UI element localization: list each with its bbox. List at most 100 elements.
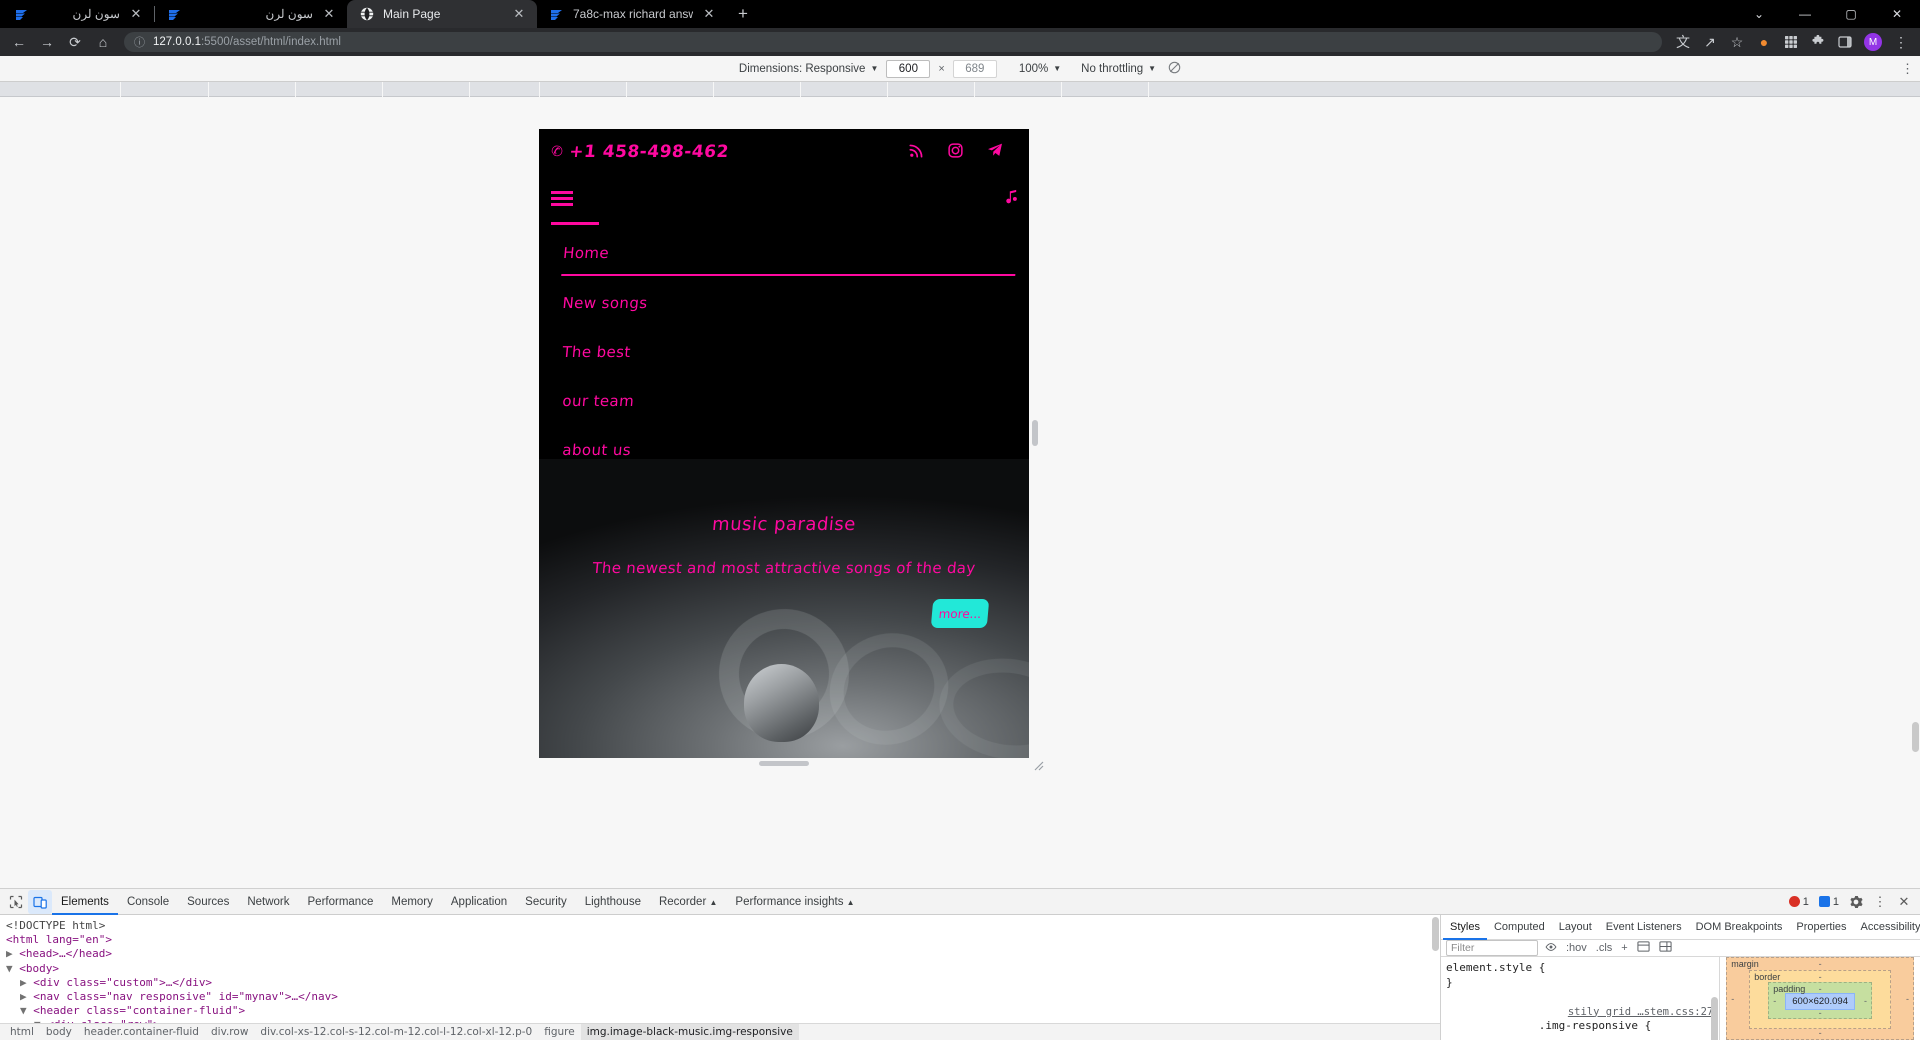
dom-line[interactable]: ▶ <head>…</head>	[6, 947, 1440, 961]
breadcrumb-item[interactable]: html	[4, 1024, 40, 1040]
dom-line[interactable]: <!DOCTYPE html>	[6, 919, 1440, 933]
telegram-icon[interactable]	[987, 142, 1003, 161]
device-toolbar-icon[interactable]	[28, 889, 52, 914]
devtools-tab-lighthouse[interactable]: Lighthouse	[576, 889, 650, 915]
eye-icon[interactable]	[1543, 941, 1559, 956]
devtools-tab-elements[interactable]: Elements	[52, 889, 118, 915]
styles-scrollbar[interactable]	[1711, 997, 1719, 1040]
devtools-tab-performance-insights[interactable]: Performance insights ▲	[726, 889, 863, 915]
breadcrumb-item-selected[interactable]: img.image-black-music.img-responsive	[580, 1023, 799, 1040]
browser-tab-4[interactable]: 7a8c-max richard answer.PNG (8 ✕	[537, 0, 727, 28]
message-count-badge[interactable]: 1	[1814, 896, 1844, 908]
styles-filter-input[interactable]: Filter	[1446, 940, 1538, 956]
tab-close-icon[interactable]: ✕	[128, 6, 144, 22]
rotate-icon[interactable]	[1168, 61, 1181, 77]
breadcrumb-item[interactable]: div.row	[205, 1024, 254, 1040]
collapse-arrow-icon[interactable]: ▼	[6, 962, 13, 975]
cls-toggle[interactable]: .cls	[1594, 942, 1615, 954]
hamburger-menu-icon[interactable]	[551, 188, 573, 209]
maximize-icon[interactable]: ▢	[1828, 0, 1874, 28]
dom-line[interactable]: ▶ <div class="custom">…</div>	[6, 976, 1440, 990]
menu-item-home[interactable]: Home	[561, 235, 1019, 276]
apps-grid-icon[interactable]	[1778, 29, 1804, 55]
hero-more-button[interactable]: more...	[930, 599, 990, 628]
device-viewport[interactable]: ✆ +1 458-498-462 Home New songs The best…	[539, 129, 1029, 758]
collapse-arrow-icon[interactable]: ▼	[20, 1004, 27, 1017]
styles-tab-dom-breakpoints[interactable]: DOM Breakpoints	[1689, 915, 1790, 940]
styles-tab-accessibility[interactable]: Accessibility	[1854, 915, 1920, 940]
address-bar[interactable]: ⓘ 127.0.0.1:5500/asset/html/index.html	[124, 32, 1662, 52]
translate-icon[interactable]: 文	[1670, 29, 1696, 55]
devtools-tab-sources[interactable]: Sources	[178, 889, 238, 915]
phone-number[interactable]: ✆ +1 458-498-462	[549, 142, 729, 162]
throttling-select[interactable]: No throttling ▼	[1081, 63, 1156, 75]
styles-tab-layout[interactable]: Layout	[1552, 915, 1599, 940]
reload-icon[interactable]: ⟳	[62, 29, 88, 55]
viewport-resize-corner[interactable]	[1032, 759, 1044, 771]
dimensions-select[interactable]: Dimensions: Responsive ▼	[739, 63, 878, 75]
devtools-tab-memory[interactable]: Memory	[382, 889, 442, 915]
extensions-puzzle-icon[interactable]	[1805, 29, 1831, 55]
dom-line[interactable]: <html lang="en">	[6, 933, 1440, 947]
inspect-icon[interactable]	[4, 890, 28, 914]
toggle-layout-icon[interactable]	[1657, 940, 1674, 956]
site-info-icon[interactable]: ⓘ	[134, 34, 145, 50]
home-icon[interactable]: ⌂	[90, 29, 116, 55]
browser-menu-icon[interactable]: ⋮	[1888, 29, 1914, 55]
forward-icon[interactable]: →	[34, 29, 60, 55]
side-panel-icon[interactable]	[1832, 29, 1858, 55]
devtools-tab-network[interactable]: Network	[238, 889, 298, 915]
devtools-tab-console[interactable]: Console	[118, 889, 178, 915]
new-style-rule-icon[interactable]: +	[1619, 942, 1629, 954]
expand-arrow-icon[interactable]: ▶	[6, 947, 13, 960]
devtools-tab-security[interactable]: Security	[516, 889, 576, 915]
css-source-link[interactable]: stily grid …stem.css:27	[1568, 1005, 1719, 1020]
dom-line[interactable]: ▶ <nav class="nav responsive" id="mynav"…	[6, 990, 1440, 1004]
minimize-icon[interactable]: —	[1782, 0, 1828, 28]
hov-toggle[interactable]: :hov	[1564, 942, 1589, 954]
styles-tab-event-listeners[interactable]: Event Listeners	[1599, 915, 1689, 940]
menu-item-the-best[interactable]: The best	[561, 321, 1029, 370]
browser-tab-2[interactable]: سون لرن ✕	[155, 0, 347, 28]
rss-icon[interactable]	[909, 143, 924, 161]
expand-arrow-icon[interactable]: ▶	[20, 976, 27, 989]
viewport-resize-handle-right[interactable]	[1032, 420, 1038, 446]
breadcrumb-item[interactable]: header.container-fluid	[78, 1024, 205, 1040]
tab-close-icon[interactable]: ✕	[701, 6, 717, 22]
zoom-select[interactable]: 100% ▼	[1019, 63, 1061, 75]
devtools-close-icon[interactable]: ✕	[1892, 890, 1916, 914]
music-note-icon[interactable]	[1004, 188, 1019, 208]
tab-close-icon[interactable]: ✕	[321, 6, 337, 22]
browser-tab-3[interactable]: Main Page ✕	[347, 0, 537, 28]
share-icon[interactable]: ↗	[1697, 29, 1723, 55]
tab-close-icon[interactable]: ✕	[511, 6, 527, 22]
css-rule-selector[interactable]: .img-responsive {	[1539, 1019, 1652, 1032]
box-model-margin[interactable]: margin - - - - border - padding - - - 60…	[1726, 957, 1914, 1040]
instagram-icon[interactable]	[948, 142, 963, 161]
breadcrumb-item[interactable]: figure	[538, 1024, 580, 1040]
css-rules-view[interactable]: element.style { } stily grid …stem.css:2…	[1441, 957, 1719, 1040]
computed-sidebar-icon[interactable]	[1635, 940, 1652, 956]
menu-item-our-team[interactable]: our team	[561, 370, 1029, 419]
bookmark-star-icon[interactable]: ☆	[1724, 29, 1750, 55]
menu-item-new-songs[interactable]: New songs	[561, 276, 1029, 321]
browser-tab-1[interactable]: سون لرن ✕	[2, 0, 154, 28]
error-count-badge[interactable]: 1	[1784, 896, 1814, 908]
tab-search-chevron-icon[interactable]: ⌄	[1736, 0, 1782, 28]
breadcrumb-item[interactable]: body	[40, 1024, 78, 1040]
dom-scrollbar[interactable]	[1432, 917, 1439, 951]
dom-line[interactable]: ▼ <body>	[6, 962, 1440, 976]
box-model-border[interactable]: border - padding - - - 600×620.094 -	[1749, 970, 1891, 1029]
back-icon[interactable]: ←	[6, 29, 32, 55]
viewport-width-input[interactable]: 600	[886, 59, 931, 78]
styles-tab-properties[interactable]: Properties	[1789, 915, 1853, 940]
css-rule-selector[interactable]: element.style {	[1446, 961, 1719, 976]
expand-arrow-icon[interactable]: ▶	[20, 990, 27, 1003]
new-tab-button[interactable]: +	[729, 0, 757, 28]
devtools-tab-recorder[interactable]: Recorder ▲	[650, 889, 726, 915]
box-model-scrollbar[interactable]	[1912, 722, 1919, 752]
box-model-padding[interactable]: padding - - - 600×620.094 -	[1768, 982, 1872, 1019]
styles-tab-styles[interactable]: Styles	[1443, 915, 1487, 940]
devtools-more-icon[interactable]: ⋮	[1868, 890, 1892, 914]
device-toolbar-menu-icon[interactable]: ⋮	[1901, 62, 1914, 75]
